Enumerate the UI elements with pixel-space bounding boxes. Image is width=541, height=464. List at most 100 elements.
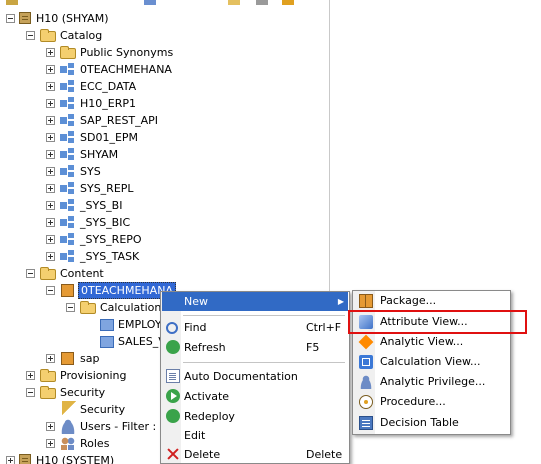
menu-item-edit[interactable]: Edit xyxy=(162,426,348,445)
users-icon xyxy=(60,418,76,434)
menu-item-find[interactable]: Find Ctrl+F xyxy=(162,318,348,337)
menu-item-package[interactable]: Package... xyxy=(354,291,509,311)
expand-toggle-icon[interactable] xyxy=(46,218,55,227)
expand-toggle-icon[interactable] xyxy=(46,116,55,125)
package-icon xyxy=(61,284,74,297)
tree-item-catalog[interactable]: Catalog xyxy=(0,27,330,44)
collapse-toggle-icon[interactable] xyxy=(26,388,35,397)
menu-item-shortcut: Delete xyxy=(306,448,343,461)
tree-item-label: SHYAM xyxy=(80,148,119,161)
menu-item-decision-table[interactable]: Decision Table xyxy=(354,413,509,433)
tree-item-schema[interactable]: SYS_REPL xyxy=(0,180,330,197)
menu-item-label: Auto Documentation xyxy=(184,370,298,383)
collapse-toggle-icon[interactable] xyxy=(66,303,75,312)
tree-item-label: Public Synonyms xyxy=(80,46,174,59)
tree-item-h10-shyam[interactable]: H10 (SHYAM) xyxy=(0,10,330,27)
toolbar-icon[interactable] xyxy=(6,0,18,5)
menu-item-label: New xyxy=(184,295,208,308)
expand-toggle-icon[interactable] xyxy=(46,184,55,193)
expand-toggle-icon[interactable] xyxy=(26,371,35,380)
menu-item-label: Delete xyxy=(184,448,221,461)
tree-item-label: H10_ERP1 xyxy=(80,97,136,110)
expand-toggle-icon[interactable] xyxy=(46,354,55,363)
menu-item-procedure[interactable]: Procedure... xyxy=(354,392,509,412)
tree-item-label: SD01_EPM xyxy=(80,131,139,144)
find-icon xyxy=(166,322,178,334)
expand-toggle-icon[interactable] xyxy=(46,133,55,142)
folder-icon xyxy=(40,267,56,280)
menu-item-label: Find xyxy=(184,321,207,334)
tree-item-schema[interactable]: SYS xyxy=(0,163,330,180)
menu-item-redeploy[interactable]: Redeploy xyxy=(162,407,348,426)
expand-toggle-icon[interactable] xyxy=(6,456,15,464)
schema-icon xyxy=(60,197,76,213)
package-icon xyxy=(359,294,373,308)
menu-item-analytic-privilege[interactable]: Analytic Privilege... xyxy=(354,372,509,392)
tree-item-schema[interactable]: _SYS_TASK xyxy=(0,248,330,265)
menu-item-refresh[interactable]: Refresh F5 xyxy=(162,338,348,357)
tree-item-label: sap xyxy=(80,352,100,365)
tree-item-schema[interactable]: H10_ERP1 xyxy=(0,95,330,112)
tree-item-content[interactable]: Content xyxy=(0,265,330,282)
menu-item-activate[interactable]: Activate xyxy=(162,387,348,406)
collapse-toggle-icon[interactable] xyxy=(6,14,15,23)
expand-toggle-icon[interactable] xyxy=(46,48,55,57)
delete-icon xyxy=(166,447,180,461)
expand-toggle-icon[interactable] xyxy=(46,65,55,74)
collapse-toggle-icon[interactable] xyxy=(46,286,55,295)
tree-item-schema[interactable]: _SYS_REPO xyxy=(0,231,330,248)
schema-icon xyxy=(60,112,76,128)
procedure-icon xyxy=(359,395,373,409)
menu-item-label: Calculation View... xyxy=(380,355,481,368)
folder-icon xyxy=(80,301,96,314)
collapse-toggle-icon[interactable] xyxy=(26,269,35,278)
toolbar-icon[interactable] xyxy=(228,0,240,5)
schema-icon xyxy=(60,129,76,145)
expand-toggle-icon[interactable] xyxy=(46,201,55,210)
tree-item-public-synonyms[interactable]: Public Synonyms xyxy=(0,44,330,61)
tree-item-schema[interactable]: SD01_EPM xyxy=(0,129,330,146)
analytic-view-icon xyxy=(358,334,374,350)
schema-icon xyxy=(60,146,76,162)
tree-item-schema[interactable]: _SYS_BIC xyxy=(0,214,330,231)
folder-icon xyxy=(60,46,76,59)
schema-icon xyxy=(60,95,76,111)
expand-toggle-icon[interactable] xyxy=(46,150,55,159)
menu-item-calculation-view[interactable]: Calculation View... xyxy=(354,352,509,372)
expand-toggle-icon[interactable] xyxy=(46,167,55,176)
tree-item-schema[interactable]: 0TEACHMEHANA xyxy=(0,61,330,78)
expand-toggle-icon[interactable] xyxy=(46,422,55,431)
menu-item-label: Package... xyxy=(380,294,437,307)
expand-toggle-icon[interactable] xyxy=(46,439,55,448)
tree-item-schema[interactable]: SHYAM xyxy=(0,146,330,163)
menu-item-label: Activate xyxy=(184,390,230,403)
toolbar-icon[interactable] xyxy=(282,0,294,5)
toolbar-icon[interactable] xyxy=(256,0,268,5)
expand-toggle-icon[interactable] xyxy=(46,99,55,108)
menu-item-new[interactable]: New ▶ xyxy=(162,292,348,311)
server-icon xyxy=(19,12,31,24)
folder-icon xyxy=(40,369,56,382)
toolbar-strip xyxy=(0,0,330,8)
toolbar-icon[interactable] xyxy=(144,0,156,5)
collapse-toggle-icon[interactable] xyxy=(26,31,35,40)
expand-toggle-icon[interactable] xyxy=(46,252,55,261)
tree-item-schema[interactable]: _SYS_BI xyxy=(0,197,330,214)
expand-toggle-icon[interactable] xyxy=(46,82,55,91)
schema-icon xyxy=(60,214,76,230)
refresh-icon xyxy=(166,340,180,354)
tree-item-label: Content xyxy=(60,267,104,280)
tree-item-label: Roles xyxy=(80,437,110,450)
tree-item-label: Users - Filter : *s xyxy=(80,420,171,433)
menu-item-analytic-view[interactable]: Analytic View... xyxy=(354,332,509,352)
tree-item-schema[interactable]: ECC_DATA xyxy=(0,78,330,95)
tree-item-schema[interactable]: SAP_REST_API xyxy=(0,112,330,129)
expand-toggle-icon[interactable] xyxy=(46,235,55,244)
tree-item-label: SYS_REPL xyxy=(80,182,134,195)
tree-item-label: Catalog xyxy=(60,29,103,42)
menu-item-auto-documentation[interactable]: Auto Documentation xyxy=(162,367,348,386)
menu-item-delete[interactable]: Delete Delete xyxy=(162,445,348,464)
attribute-view-icon xyxy=(100,319,114,331)
menu-item-label: Edit xyxy=(184,429,206,442)
tree-item-label: SYS xyxy=(80,165,101,178)
